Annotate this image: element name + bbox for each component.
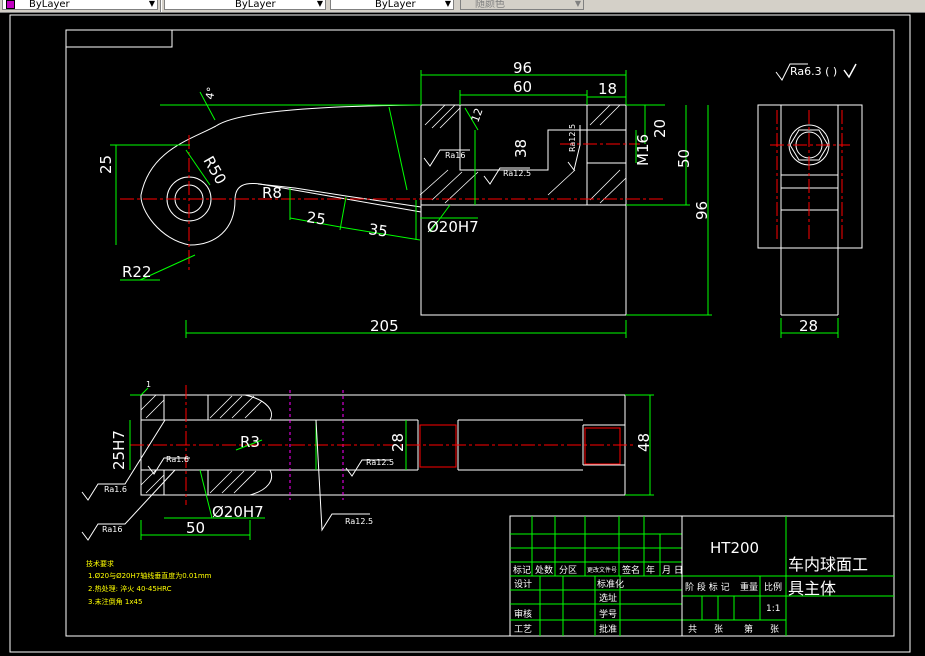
dim-25-slot: 25 (305, 208, 326, 228)
tb-yue: 月 (662, 565, 671, 576)
drawing-canvas[interactable]: Ra16 Ra12.5 Ra12.5 96 60 18 4° 12 R50 25… (0, 12, 925, 656)
plotstyle-combo[interactable]: 随颜色 ▼ (460, 0, 584, 10)
color-combo[interactable]: ByLayer ▼ (2, 0, 158, 10)
dimensions-front (110, 70, 712, 338)
tb-zhang1: 张 (714, 624, 723, 635)
notes-line3: 3.未注倒角 1x45 (88, 597, 142, 606)
dim-12: 12 (469, 106, 486, 124)
roughness-ra16-d: Ra16 (102, 525, 122, 534)
dim-205: 205 (370, 317, 399, 335)
roughness-ra125-v: Ra12.5 (568, 124, 577, 152)
side-view (757, 104, 863, 316)
tb-di: 第 (744, 623, 753, 635)
tb-xuanzhi: 选址 (599, 592, 617, 604)
notes-title: 技术要求 (86, 559, 114, 568)
tb-zhang2: 张 (770, 624, 779, 635)
dim-28-side: 28 (799, 317, 818, 335)
dim-m16: M16 (634, 134, 652, 166)
tb-pizhun: 批准 (599, 623, 617, 635)
roughness-ra125-a: Ra12.5 (503, 169, 531, 178)
tb-ri: 日 (674, 565, 683, 576)
dim-1: 1 (146, 380, 151, 389)
dim-phi20h7-top: Ø20H7 (427, 218, 479, 236)
notes-line1: 1.Ø20与Ø20H7轴线垂直度为0.01mm (88, 571, 212, 580)
linetype-combo[interactable]: ByLayer ▼ (164, 0, 326, 10)
dim-48: 48 (635, 433, 653, 452)
svg-text:Ra6.3 ( ): Ra6.3 ( ) (790, 65, 837, 78)
tb-biaozhunhua: 标准化 (597, 578, 624, 590)
tb-nian: 年 (646, 564, 655, 576)
tb-zhongliang: 重量 (740, 581, 758, 593)
part-name-line1: 车内球面工 (788, 555, 868, 574)
dim-50: 50 (675, 149, 693, 168)
dim-96-top: 96 (513, 59, 532, 77)
dim-r22: R22 (122, 263, 152, 281)
part-name-line2: 具主体 (788, 579, 836, 598)
dim-35: 35 (367, 220, 388, 240)
tb-fenqu: 分区 (559, 565, 577, 576)
roughness-symbols-bottom (81, 419, 390, 541)
global-roughness: Ra6.3 ( ) (775, 63, 857, 81)
roughness-ra16-a: Ra16 (445, 151, 465, 160)
notes-line2: 2.热处理: 淬火 40-45HRC (88, 584, 172, 593)
lineweight-combo[interactable]: ByLayer ▼ (330, 0, 454, 10)
dim-25h7: 25H7 (110, 430, 128, 470)
dim-28-bottom: 28 (389, 433, 407, 452)
roughness-ra16-b: Ra1.6 (166, 455, 189, 464)
centerlines-bottom (130, 385, 635, 505)
dim-r3: R3 (240, 433, 260, 451)
chevron-down-icon: ▼ (444, 0, 451, 8)
tb-chushu: 处数 (535, 564, 553, 576)
chevron-down-icon: ▼ (574, 0, 581, 8)
dim-60: 60 (513, 78, 532, 96)
tb-gengai: 更改文件号 (587, 566, 617, 574)
chevron-down-icon: ▼ (148, 0, 155, 8)
dim-25-left: 25 (97, 155, 115, 174)
tb-gong: 共 (688, 624, 697, 635)
title-block (509, 515, 895, 637)
dim-50-bottom: 50 (186, 519, 205, 537)
chevron-down-icon: ▼ (316, 0, 323, 8)
dim-38: 38 (512, 139, 530, 158)
dim-4deg: 4° (203, 86, 218, 101)
tb-bili: 比例 (764, 581, 782, 593)
code-box (66, 30, 173, 48)
tb-sheji: 设计 (514, 578, 532, 590)
roughness-ra16-c: Ra1.6 (104, 485, 127, 494)
technical-notes: 技术要求 1.Ø20与Ø20H7轴线垂直度为0.01mm 2.热处理: 淬火 4… (86, 559, 212, 606)
dim-96-side: 96 (693, 201, 711, 220)
tb-shenhe: 审核 (514, 608, 532, 620)
tb-qianming: 签名 (622, 564, 640, 576)
tb-gongyi: 工艺 (514, 624, 532, 635)
dim-18: 18 (598, 80, 617, 98)
roughness-ra125-b: Ra12.5 (366, 458, 394, 467)
tb-ratio: 1:1 (766, 604, 780, 614)
toolbar-separator (160, 0, 162, 12)
material-label: HT200 (710, 539, 759, 557)
tb-xuhao: 学号 (599, 608, 617, 620)
dim-20: 20 (651, 119, 669, 138)
tb-biaoji: 标记 (513, 564, 531, 576)
front-view (419, 104, 627, 316)
dim-r8: R8 (262, 184, 282, 202)
color-swatch-icon (6, 0, 15, 9)
tb-jieduan: 阶 段 标 记 (685, 581, 730, 593)
thread-marks (419, 424, 621, 468)
dim-phi20h7-bottom: Ø20H7 (212, 503, 264, 521)
roughness-ra125-c: Ra12.5 (345, 517, 373, 526)
